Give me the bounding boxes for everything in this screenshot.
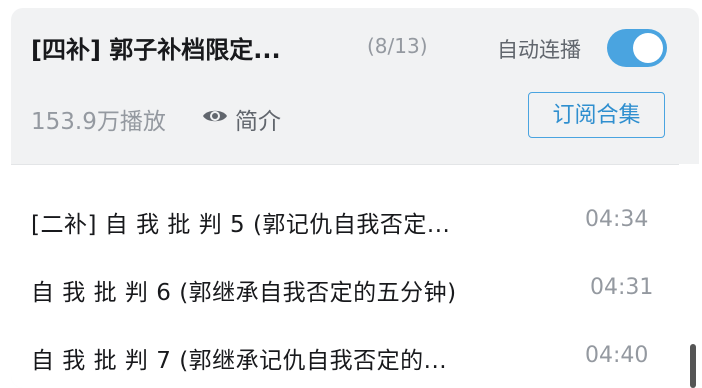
episode-title: 自 我 批 判 6 (郭继承自我否定的五分钟) (31, 280, 457, 306)
playlist-panel: [四补] 郭子补档限定... (8/13) 自动连播 153.9万播放 简介 订… (11, 8, 699, 388)
episode-row[interactable]: 自 我 批 判 6 (郭继承自我否定的五分钟) 04:31 (11, 257, 699, 317)
playlist-title[interactable]: [四补] 郭子补档限定... (31, 30, 281, 65)
episode-row[interactable]: [二补] 自 我 批 判 5 (郭记仇自我否定... 04:34 (11, 189, 699, 249)
episode-duration: 04:40 (585, 343, 649, 368)
list-divider (11, 164, 679, 175)
episode-row[interactable]: 自 我 批 判 7 (郭继承记仇自我否定的... 04:40 (11, 325, 699, 385)
eye-icon (203, 110, 227, 122)
episode-duration: 04:31 (590, 275, 654, 300)
play-count: 153.9万播放 (31, 109, 166, 135)
episode-list: [二补] 自 我 批 判 5 (郭记仇自我否定... 04:34 自 我 批 判… (11, 164, 699, 388)
scrollbar[interactable] (690, 344, 696, 388)
autoplay-toggle[interactable] (607, 29, 667, 67)
intro-link[interactable]: 简介 (235, 102, 281, 136)
autoplay-label: 自动连播 (497, 38, 581, 62)
episode-title: 自 我 批 判 7 (郭继承记仇自我否定的... (31, 348, 448, 374)
episode-title: [二补] 自 我 批 判 5 (郭记仇自我否定... (31, 212, 451, 238)
episode-duration: 04:34 (585, 207, 649, 232)
toggle-knob (633, 33, 663, 63)
subscribe-collection-button[interactable]: 订阅合集 (528, 92, 665, 138)
playlist-progress: (8/13) (367, 34, 428, 58)
